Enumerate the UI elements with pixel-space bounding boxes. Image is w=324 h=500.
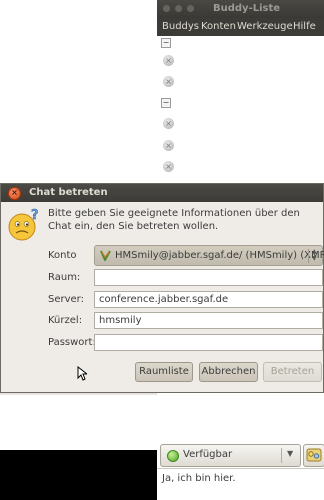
buddy-offline-icon[interactable]: × (163, 76, 174, 87)
svg-text:?: ? (31, 208, 39, 223)
dialog-title: Chat betreten (29, 187, 108, 198)
account-label: Konto (48, 250, 77, 261)
buddy-list-title: Buddy-Liste (213, 3, 281, 14)
buddy-avatar-button[interactable] (303, 444, 324, 467)
buddy-offline-icon[interactable]: × (163, 161, 174, 172)
menu-werkzeuge[interactable]: Werkzeuge (237, 18, 293, 36)
select-divider (308, 249, 309, 263)
status-message-text: Ja, ich bin hier. (162, 473, 236, 484)
menu-hilfe[interactable]: Hilfe (293, 18, 316, 36)
account-select[interactable]: HMSmily@jabber.sgaf.de/ (HMSmily) (XMPP)… (94, 245, 324, 266)
dialog-instructions: Bitte geben Sie geeignete Informationen … (48, 208, 300, 232)
close-icon[interactable]: × (8, 187, 21, 200)
window-maximize-icon[interactable] (187, 5, 194, 12)
password-label: Passwort: (48, 337, 96, 348)
buddy-list: − × × − × × × (157, 36, 324, 186)
handle-input[interactable]: hmsmily (94, 312, 323, 329)
confused-smiley-icon: ? (8, 208, 39, 241)
desktop-background (0, 450, 157, 500)
account-value: HMSmily@jabber.sgaf.de/ (HMSmily) (XMPP) (115, 250, 324, 261)
buddy-avatar-icon (306, 448, 322, 462)
status-selector[interactable]: Verfügbar ▼ (160, 444, 301, 467)
status-divider (281, 448, 282, 463)
server-input[interactable]: conference.jabber.sgaf.de (94, 291, 323, 308)
group-collapse-icon[interactable]: − (161, 38, 171, 48)
mouse-cursor-icon (77, 366, 87, 381)
status-message-field[interactable]: Ja, ich bin hier. (157, 468, 324, 491)
buddy-offline-icon[interactable]: × (163, 55, 174, 66)
window-close-icon[interactable] (163, 5, 170, 12)
handle-label: Kürzel: (48, 315, 83, 326)
buddy-list-menubar: Buddys Konten Werkzeuge Hilfe (157, 18, 324, 36)
buddy-offline-icon[interactable]: × (163, 140, 174, 151)
dialog-titlebar[interactable]: × Chat betreten (1, 184, 323, 202)
join-chat-dialog: × Chat betreten ? Bitte geben Sie geeign… (0, 183, 324, 393)
group-collapse-icon[interactable]: − (161, 98, 171, 108)
buddy-list-bottom: Verfügbar ▼ Ja, ich bin hier. (157, 392, 324, 500)
desktop-strip (0, 393, 157, 395)
chevron-down-icon: ▼ (287, 449, 294, 458)
password-input[interactable] (94, 334, 323, 351)
menu-konten[interactable]: Konten (201, 18, 236, 36)
join-button[interactable]: Betreten (263, 362, 322, 382)
window-minimize-icon[interactable] (175, 5, 182, 12)
xmpp-protocol-icon (100, 250, 111, 261)
status-label: Verfügbar (183, 449, 233, 460)
room-label: Raum: (48, 272, 81, 283)
buddy-offline-icon[interactable]: × (163, 118, 174, 129)
cancel-button[interactable]: Abbrechen (199, 362, 258, 382)
room-list-button[interactable]: Raumliste (135, 362, 193, 382)
buddy-list-titlebar[interactable]: Buddy-Liste (157, 0, 324, 18)
menu-buddys[interactable]: Buddys (162, 18, 199, 36)
room-input[interactable] (94, 269, 323, 286)
server-label: Server: (48, 294, 84, 305)
up-down-arrows-icon: ▲ ▼ (312, 248, 317, 262)
available-status-icon (167, 450, 179, 462)
